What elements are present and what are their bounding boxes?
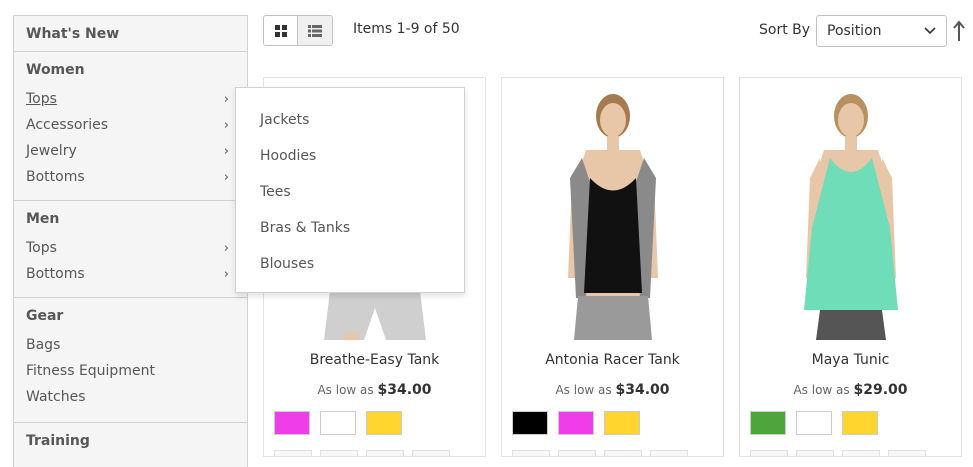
product-photo[interactable] [502,78,723,340]
color-swatches [750,411,878,435]
product-price: As low as $34.00 [264,382,485,398]
color-swatch[interactable] [274,411,310,435]
color-swatches [512,411,640,435]
size-swatches [274,450,450,456]
sidebar-item-women-bottoms[interactable]: Bottoms › [26,164,235,190]
color-swatch[interactable] [796,411,832,435]
price-value: $34.00 [615,382,670,398]
size-swatch[interactable] [796,450,834,456]
size-swatch[interactable] [650,450,688,456]
sidebar-item-label: Fitness Equipment [26,363,155,379]
price-value: $34.00 [377,382,432,398]
sidebar-section-training: Training [14,423,247,457]
size-swatch[interactable] [842,450,880,456]
product-name[interactable]: Maya Tunic [740,352,961,368]
sidebar-section-men: Men Tops › Bottoms › [14,201,247,298]
sidebar-title-women[interactable]: Women [26,52,235,86]
sidebar-item-label: Watches [26,389,86,405]
chevron-right-icon: › [223,169,229,185]
sidebar-section-women: Women Tops › Accessories › Jewelry › Bot… [14,52,247,201]
size-swatches [750,450,926,456]
category-sidebar: What's New Women Tops › Accessories › Je… [13,15,248,467]
sidebar-item-label: Jewelry [26,143,77,159]
size-swatches [512,450,688,456]
color-swatch[interactable] [558,411,594,435]
price-value: $29.00 [853,382,908,398]
submenu-item-bras-tanks[interactable]: Bras & Tanks [236,210,464,246]
sidebar-item-label: Bottoms [26,266,85,282]
sidebar-item-label: Tops [26,91,57,107]
submenu-item-blouses[interactable]: Blouses [236,246,464,282]
sidebar-item-label: Bags [26,337,61,353]
chevron-right-icon: › [223,117,229,133]
product-price: As low as $34.00 [502,382,723,398]
product-name[interactable]: Breathe-Easy Tank [264,352,485,368]
sidebar-item-women-accessories[interactable]: Accessories › [26,112,235,138]
sidebar-whats-new[interactable]: What's New [14,16,247,52]
list-view-button[interactable] [298,16,332,45]
chevron-right-icon: › [223,266,229,282]
sort-select[interactable]: Position [816,15,947,47]
color-swatches [274,411,402,435]
items-count: Items 1-9 of 50 [353,21,460,37]
sidebar-item-label: Bottoms [26,169,85,185]
price-prefix: As low as [793,383,850,397]
sidebar-item-gear-watches[interactable]: Watches [26,384,235,410]
grid-icon [274,24,287,37]
color-swatch[interactable] [750,411,786,435]
sidebar-item-gear-bags[interactable]: Bags [26,332,235,358]
product-card[interactable]: Antonia Racer Tank As low as $34.00 [501,77,724,457]
color-swatch[interactable] [366,411,402,435]
price-prefix: As low as [555,383,612,397]
list-icon [308,24,322,37]
sidebar-section-gear: Gear Bags Fitness Equipment Watches [14,298,247,423]
size-swatch[interactable] [888,450,926,456]
chevron-right-icon: › [223,240,229,256]
sidebar-whats-new-label: What's New [26,25,120,42]
size-swatch[interactable] [750,450,788,456]
chevron-right-icon: › [223,143,229,159]
product-price: As low as $29.00 [740,382,961,398]
sort-direction-arrow-icon[interactable] [952,20,966,42]
tops-submenu: Jackets Hoodies Tees Bras & Tanks Blouse… [235,87,465,293]
size-swatch[interactable] [366,450,404,456]
product-image [502,78,723,340]
sidebar-item-men-bottoms[interactable]: Bottoms › [26,261,235,287]
sidebar-title-men[interactable]: Men [26,201,235,235]
sidebar-item-gear-fitness-equipment[interactable]: Fitness Equipment [26,358,235,384]
chevron-down-icon [924,27,936,35]
sidebar-item-women-jewelry[interactable]: Jewelry › [26,138,235,164]
sort-by-label: Sort By [759,22,811,38]
size-swatch[interactable] [604,450,642,456]
grid-view-button[interactable] [264,16,299,45]
size-swatch[interactable] [412,450,450,456]
product-image [740,78,961,340]
sidebar-title-gear[interactable]: Gear [26,298,235,332]
size-swatch[interactable] [320,450,358,456]
sort-select-value: Position [827,23,882,39]
sidebar-item-women-tops[interactable]: Tops › [26,86,235,112]
color-swatch[interactable] [604,411,640,435]
sidebar-title-training[interactable]: Training [26,423,235,457]
color-swatch[interactable] [320,411,356,435]
size-swatch[interactable] [558,450,596,456]
color-swatch[interactable] [842,411,878,435]
size-swatch[interactable] [512,450,550,456]
product-photo[interactable] [740,78,961,340]
view-mode-switcher [263,15,333,46]
submenu-item-hoodies[interactable]: Hoodies [236,138,464,174]
product-card[interactable]: Maya Tunic As low as $29.00 [739,77,962,457]
submenu-item-tees[interactable]: Tees [236,174,464,210]
price-prefix: As low as [317,383,374,397]
product-name[interactable]: Antonia Racer Tank [502,352,723,368]
sidebar-item-men-tops[interactable]: Tops › [26,235,235,261]
color-swatch[interactable] [512,411,548,435]
size-swatch[interactable] [274,450,312,456]
sidebar-item-label: Accessories [26,117,109,133]
sidebar-item-label: Tops [26,240,57,256]
submenu-item-jackets[interactable]: Jackets [236,102,464,138]
chevron-right-icon: › [223,91,229,107]
